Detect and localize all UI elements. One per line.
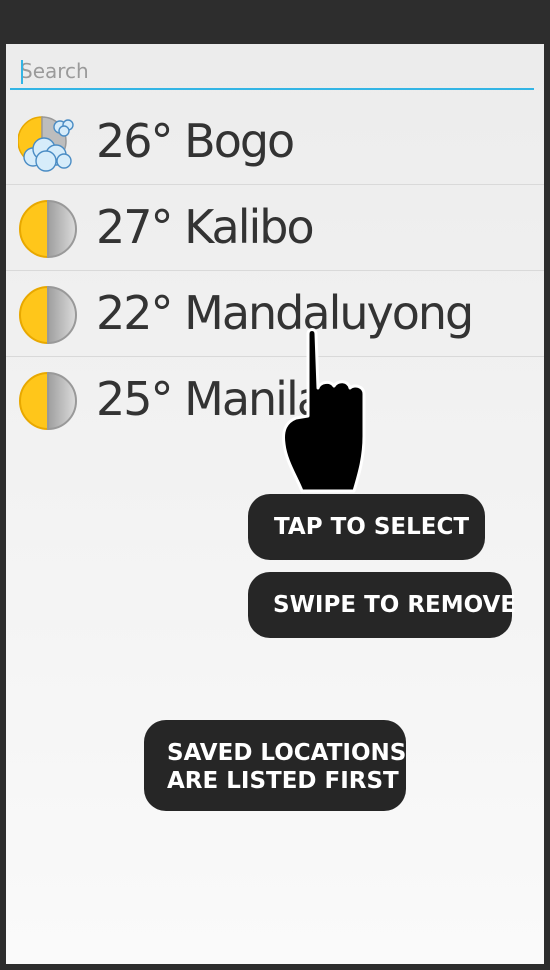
location-row-manila[interactable]: 25° Manila bbox=[6, 357, 544, 443]
location-label: 26° Bogo bbox=[96, 114, 295, 168]
location-row-kalibo[interactable]: 27° Kalibo bbox=[6, 185, 544, 271]
tap-to-select-tip: TAP TO SELECT bbox=[248, 494, 485, 560]
search-input[interactable] bbox=[10, 54, 534, 90]
search-bar bbox=[10, 54, 534, 92]
saved-tip-line1: SAVED LOCATIONS bbox=[167, 740, 407, 766]
saved-tip-line2: ARE LISTED FIRST bbox=[167, 768, 399, 794]
text-caret bbox=[21, 60, 23, 84]
location-label: 27° Kalibo bbox=[96, 200, 315, 254]
location-row-bogo[interactable]: 26° Bogo bbox=[6, 99, 544, 185]
location-row-mandaluyong[interactable]: 22° Mandaluyong bbox=[6, 271, 544, 357]
weather-location-screen: 26° Bogo 27° Kalibo 22° Mandaluyong bbox=[6, 44, 544, 964]
location-list: 26° Bogo 27° Kalibo 22° Mandaluyong 25° … bbox=[6, 99, 544, 443]
saved-locations-tip: SAVED LOCATIONS ARE LISTED FIRST bbox=[144, 720, 406, 811]
half-sun-icon bbox=[19, 199, 77, 259]
pointing-hand-icon bbox=[282, 328, 366, 493]
partly-cloudy-icon bbox=[18, 116, 74, 172]
swipe-to-remove-tip: SWIPE TO REMOVE bbox=[248, 572, 516, 638]
half-sun-icon bbox=[19, 285, 77, 345]
half-sun-icon bbox=[19, 371, 77, 431]
